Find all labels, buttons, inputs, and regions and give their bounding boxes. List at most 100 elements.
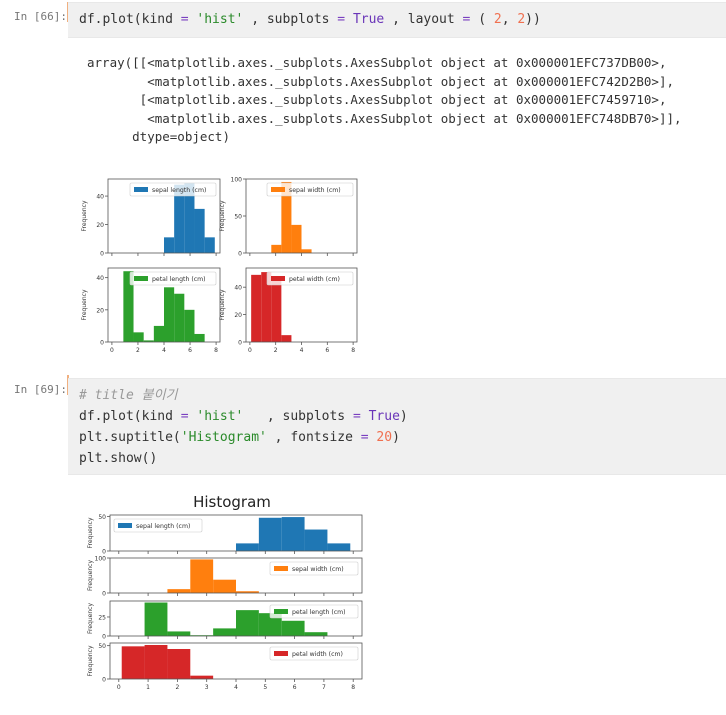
- histogram-bar: [291, 224, 302, 253]
- x-tick-label: 0: [117, 684, 121, 691]
- histogram-bar: [251, 274, 262, 342]
- x-tick-label: 4: [234, 684, 238, 691]
- x-tick-label: 2: [274, 347, 278, 354]
- y-tick-label: 0: [238, 251, 242, 258]
- y-axis-label: Frequency: [81, 289, 88, 320]
- histogram-bar: [304, 529, 328, 551]
- y-axis-label: Frequency: [219, 289, 226, 320]
- y-tick-label: 0: [102, 549, 106, 556]
- x-tick-label: 4: [162, 347, 166, 354]
- legend-swatch: [271, 187, 285, 192]
- histogram-bar: [133, 332, 144, 342]
- y-tick-label: 0: [100, 251, 104, 258]
- x-tick-label: 6: [188, 347, 192, 354]
- legend-label: sepal length (cm): [136, 523, 190, 530]
- histogram-bar: [174, 293, 185, 342]
- histogram-bar: [204, 237, 215, 253]
- y-tick-label: 40: [234, 285, 242, 292]
- y-axis-label: Frequency: [87, 603, 94, 634]
- subplot-sepal-width-cm-: 0 100Frequency sepal width (cm): [87, 556, 363, 598]
- subplot-petal-length-cm-: 0 25 Frequency petal length (cm): [87, 600, 363, 641]
- legend-swatch: [134, 187, 148, 192]
- subplot-sepal-length-cm-: 0 50 Frequency sepal length (cm): [87, 514, 363, 556]
- legend-swatch: [274, 651, 288, 656]
- x-tick-label: 8: [214, 347, 218, 354]
- y-tick-label: 0: [102, 634, 106, 641]
- histogram-bar: [190, 675, 214, 679]
- x-tick-label: 0: [110, 347, 114, 354]
- legend-label: sepal length (cm): [152, 187, 206, 194]
- histogram-bar: [281, 517, 305, 551]
- y-tick-label: 0: [102, 591, 106, 598]
- subplot-sepal-width-cm-: 0 50 100 Frequency sepal width (cm): [219, 177, 358, 258]
- histogram-bar: [271, 280, 282, 342]
- subplot-sepal-length-cm-: 0 20 40 Frequency sepal length (cm): [81, 178, 221, 258]
- histogram-bar: [144, 602, 168, 636]
- histogram-bar: [167, 649, 191, 679]
- y-axis-label: Frequency: [87, 517, 94, 548]
- x-tick-label: 8: [351, 684, 355, 691]
- histogram-bar: [301, 249, 312, 253]
- legend-label: petal length (cm): [292, 609, 346, 616]
- x-tick-label: 4: [300, 347, 304, 354]
- y-tick-label: 25: [98, 614, 106, 621]
- histogram-bar: [164, 237, 175, 253]
- histogram-bar: [164, 287, 175, 342]
- y-tick-label: 0: [102, 677, 106, 684]
- histogram-bar: [144, 645, 168, 679]
- y-tick-label: 40: [96, 275, 104, 282]
- legend-label: petal width (cm): [289, 276, 340, 283]
- histogram-bar: [213, 628, 236, 636]
- histogram-bar: [194, 208, 205, 253]
- histogram-bar: [236, 610, 259, 636]
- legend-swatch: [274, 609, 288, 614]
- subplot-petal-width-cm-: 0 50 0 1 2 3 4 5 6 7 8 Frequency petal width (cm): [87, 642, 363, 691]
- legend-label: petal width (cm): [292, 651, 343, 658]
- chart-1: Histogram050Frequency sepal length (cm)01…: [87, 493, 363, 691]
- legend-swatch: [271, 276, 285, 281]
- legend-swatch: [274, 566, 288, 571]
- histogram-bar: [258, 517, 282, 551]
- y-tick-label: 50: [234, 214, 242, 221]
- legend-label: petal length (cm): [152, 276, 206, 283]
- histogram-bar: [327, 543, 351, 551]
- subplot-petal-width-cm-: 0 20 40 0 2 4 6 8 Frequency petal width (cm): [219, 267, 358, 354]
- histogram-bar: [121, 646, 145, 679]
- histogram-bar: [190, 559, 214, 593]
- y-axis-label: Frequency: [87, 560, 94, 591]
- x-tick-label: 8: [351, 347, 355, 354]
- x-tick-label: 3: [205, 684, 209, 691]
- legend-swatch: [118, 523, 132, 528]
- y-axis-label: Frequency: [219, 200, 226, 231]
- chart-0: 02040Frequencysepal length (cm)050100Fre…: [81, 177, 358, 354]
- y-axis-label: Frequency: [81, 200, 88, 231]
- histogram-bar: [167, 589, 191, 593]
- histogram-bar: [271, 244, 282, 253]
- histogram-bar: [167, 631, 191, 636]
- y-tick-label: 20: [96, 307, 104, 314]
- legend-label: sepal width (cm): [289, 187, 341, 194]
- histogram-bar: [213, 579, 236, 593]
- x-tick-label: 2: [136, 347, 140, 354]
- y-tick-label: 50: [98, 514, 106, 521]
- x-tick-label: 0: [248, 347, 252, 354]
- histogram-bar: [236, 543, 259, 551]
- histogram-bar: [281, 335, 292, 342]
- legend-label: sepal width (cm): [292, 566, 344, 573]
- legend-swatch: [134, 276, 148, 281]
- y-tick-label: 0: [100, 340, 104, 347]
- y-tick-label: 20: [234, 312, 242, 319]
- subplot-petal-length-cm-: 0 20 40 0 2 4 6 8 Frequency petal length (cm): [81, 267, 221, 354]
- y-tick-label: 40: [96, 194, 104, 201]
- x-tick-label: 7: [322, 684, 326, 691]
- histogram-bar: [281, 620, 305, 636]
- histogram-bar: [153, 325, 164, 342]
- x-tick-label: 2: [175, 684, 179, 691]
- chart-title: Histogram: [193, 493, 271, 511]
- histogram-bar: [184, 309, 195, 342]
- y-tick-label: 100: [231, 177, 243, 184]
- y-tick-label: 20: [96, 222, 104, 229]
- y-tick-label: 100: [95, 556, 107, 563]
- plot-output: 02040Frequencysepal length (cm)050100Fre…: [81, 177, 363, 691]
- y-axis-label: Frequency: [87, 645, 94, 676]
